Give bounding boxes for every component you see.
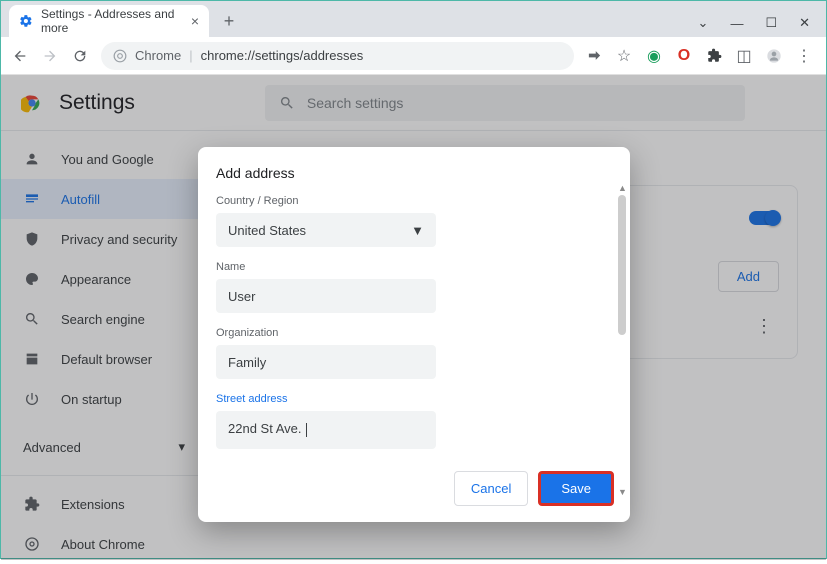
name-value: User <box>228 289 255 304</box>
extension-opera-icon[interactable]: O <box>676 48 692 64</box>
url-text: chrome://settings/addresses <box>201 48 364 63</box>
new-tab-button[interactable]: + <box>215 7 243 35</box>
name-label: Name <box>216 261 612 273</box>
panel-icon[interactable]: ◫ <box>736 48 752 64</box>
bookmark-star-icon[interactable]: ☆ <box>616 48 632 64</box>
forward-button <box>41 48 59 64</box>
name-input[interactable]: User <box>216 279 436 313</box>
content-area: Settings Search settings You and Google … <box>1 75 826 560</box>
browser-toolbar: Chrome | chrome://settings/addresses ☆ ◉… <box>1 37 826 75</box>
street-value: 22nd St Ave. <box>228 421 302 436</box>
scroll-down-arrow[interactable]: ▼ <box>618 487 626 497</box>
menu-dots-icon[interactable]: ⋮ <box>796 48 812 64</box>
profile-avatar-icon[interactable] <box>766 48 782 64</box>
share-icon[interactable] <box>586 48 602 64</box>
address-bar[interactable]: Chrome | chrome://settings/addresses <box>101 42 574 70</box>
organization-label: Organization <box>216 327 612 339</box>
dialog-scrollbar[interactable] <box>618 195 626 485</box>
street-label: Street address <box>216 393 612 405</box>
browser-titlebar: Settings - Addresses and more × + ⌄ — ☐ … <box>1 1 826 37</box>
dropdown-arrow-icon: ▼ <box>411 223 424 238</box>
cancel-button[interactable]: Cancel <box>454 471 528 506</box>
save-button[interactable]: Save <box>538 471 614 506</box>
dialog-title: Add address <box>216 165 612 181</box>
country-value: United States <box>228 223 306 238</box>
close-tab-icon[interactable]: × <box>191 13 199 29</box>
add-address-dialog: Add address Country / Region United Stat… <box>198 147 630 522</box>
organization-input[interactable]: Family <box>216 345 436 379</box>
toolbar-actions: ☆ ◉ O ◫ ⋮ <box>586 48 816 64</box>
browser-tab[interactable]: Settings - Addresses and more × <box>9 5 209 37</box>
organization-value: Family <box>228 355 266 370</box>
chrome-icon <box>113 49 127 63</box>
extensions-puzzle-icon[interactable] <box>706 48 722 64</box>
dialog-footer: Cancel Save <box>198 459 630 522</box>
url-scheme-label: Chrome <box>135 48 181 63</box>
country-label: Country / Region <box>216 195 612 207</box>
reload-button[interactable] <box>71 48 89 64</box>
chevron-down-icon[interactable]: ⌄ <box>698 15 709 31</box>
back-button[interactable] <box>11 48 29 64</box>
street-address-input[interactable]: 22nd St Ave. <box>216 411 436 449</box>
extension-globe-icon[interactable]: ◉ <box>646 48 662 64</box>
close-window-button[interactable]: ✕ <box>799 15 810 31</box>
country-select[interactable]: United States ▼ <box>216 213 436 247</box>
gear-icon <box>19 14 33 28</box>
maximize-button[interactable]: ☐ <box>765 15 777 31</box>
scroll-up-arrow[interactable]: ▲ <box>618 183 626 193</box>
minimize-button[interactable]: — <box>730 16 743 31</box>
window-controls: ⌄ — ☐ ✕ <box>698 15 826 37</box>
tab-title: Settings - Addresses and more <box>41 7 191 35</box>
